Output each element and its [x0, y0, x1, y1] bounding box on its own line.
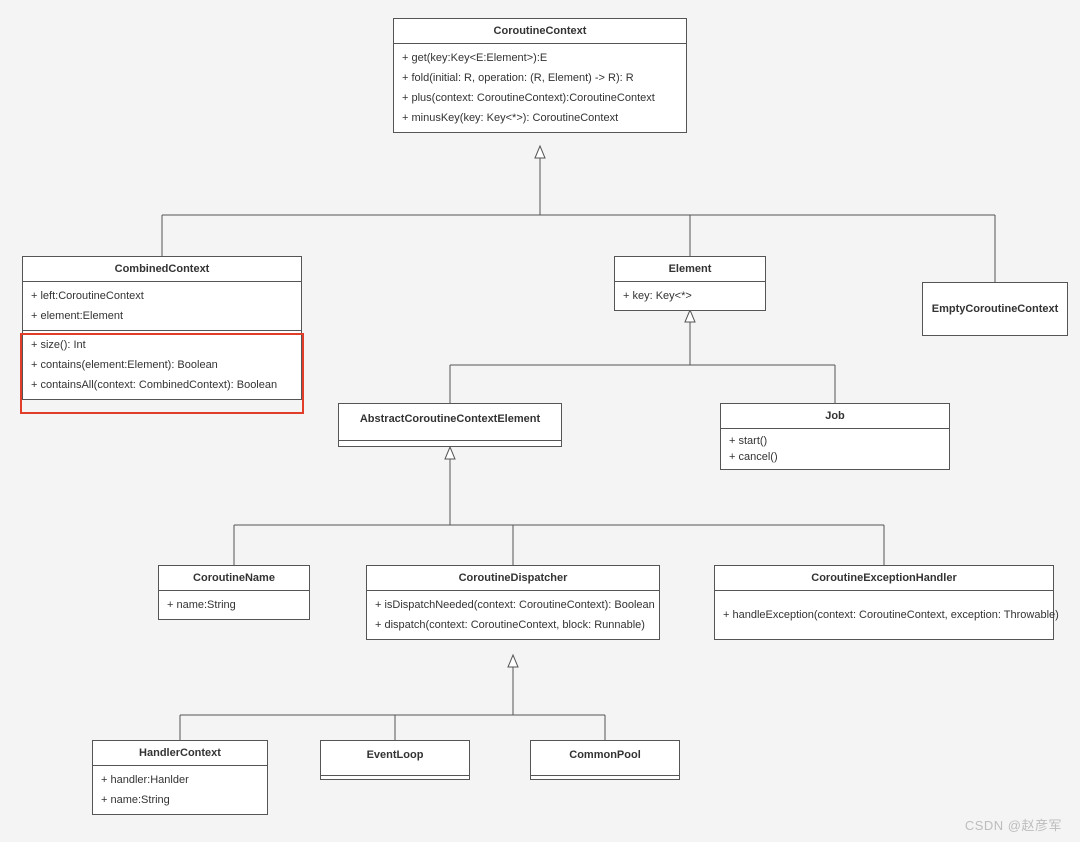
class-title: CoroutineExceptionHandler [715, 566, 1053, 591]
class-common-pool: CommonPool [530, 740, 680, 780]
method: + start() [729, 433, 941, 449]
class-coroutine-exception-handler: CoroutineExceptionHandler + handleExcept… [714, 565, 1054, 640]
class-title: Job [721, 404, 949, 429]
method: + cancel() [729, 449, 941, 465]
class-title: CoroutineName [159, 566, 309, 591]
class-coroutine-context: CoroutineContext + get(key:Key<E:Element… [393, 18, 687, 133]
class-abstract-element: AbstractCoroutineContextElement [338, 403, 562, 447]
class-title: HandlerContext [93, 741, 267, 766]
class-empty-coroutine-context: EmptyCoroutineContext [922, 282, 1068, 336]
class-title: CombinedContext [23, 257, 301, 282]
class-handler-context: HandlerContext + handler:Hanlder + name:… [92, 740, 268, 815]
class-coroutine-dispatcher: CoroutineDispatcher + isDispatchNeeded(c… [366, 565, 660, 640]
field: + name:String [101, 790, 259, 810]
class-title: AbstractCoroutineContextElement [339, 404, 561, 441]
class-element: Element + key: Key<*> [614, 256, 766, 311]
method: + contains(element:Element): Boolean [31, 355, 293, 375]
method: + fold(initial: R, operation: (R, Elemen… [402, 68, 678, 88]
class-title: CommonPool [531, 741, 679, 776]
method: + get(key:Key<E:Element>):E [402, 48, 678, 68]
field: + handler:Hanlder [101, 770, 259, 790]
class-title: EmptyCoroutineContext [923, 297, 1067, 321]
method: + containsAll(context: CombinedContext):… [31, 375, 293, 395]
class-coroutine-name: CoroutineName + name:String [158, 565, 310, 620]
field: + name:String [167, 595, 301, 615]
method: + handleException(context: CoroutineCont… [723, 605, 1045, 625]
method: + dispatch(context: CoroutineContext, bl… [375, 615, 651, 635]
class-title: CoroutineDispatcher [367, 566, 659, 591]
field: + key: Key<*> [623, 286, 757, 306]
class-event-loop: EventLoop [320, 740, 470, 780]
method: + plus(context: CoroutineContext):Corout… [402, 88, 678, 108]
class-combined-context: CombinedContext + left:CoroutineContext … [22, 256, 302, 400]
method: + minusKey(key: Key<*>): CoroutineContex… [402, 108, 678, 128]
field: + left:CoroutineContext [31, 286, 293, 306]
class-title: EventLoop [321, 741, 469, 776]
method: + size(): Int [31, 335, 293, 355]
class-job: Job + start() + cancel() [720, 403, 950, 470]
class-title: Element [615, 257, 765, 282]
watermark: CSDN @赵彦军 [965, 815, 1062, 834]
class-title: CoroutineContext [394, 19, 686, 44]
method: + isDispatchNeeded(context: CoroutineCon… [375, 595, 651, 615]
field: + element:Element [31, 306, 293, 326]
